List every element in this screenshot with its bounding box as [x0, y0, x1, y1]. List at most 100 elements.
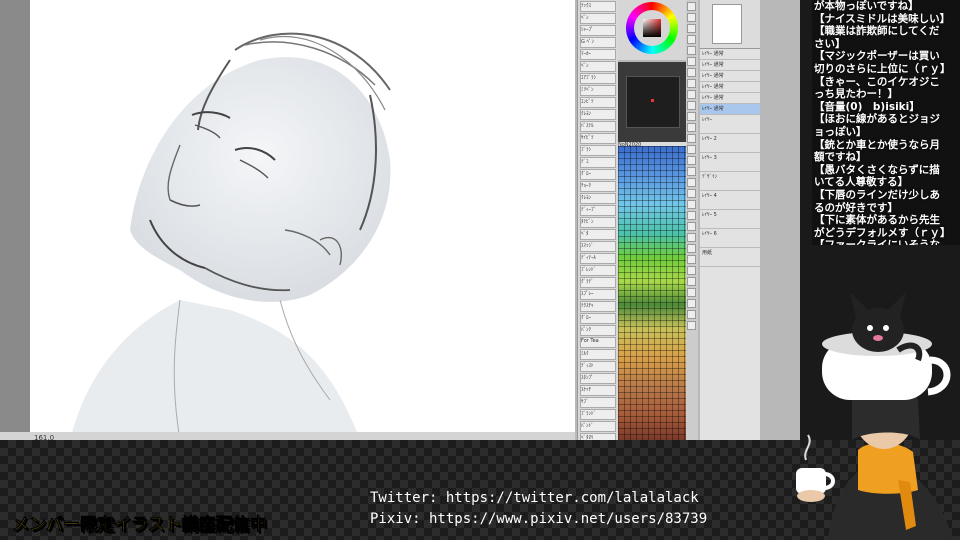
chat-message: 【ナイスミドルは美味しい】 — [814, 12, 951, 25]
sub-tool-item[interactable]: ﾀﾃﾋﾟﾝ — [580, 217, 616, 228]
layer-tool-icon[interactable] — [687, 156, 696, 165]
sub-tool-item[interactable]: ﾌﾞﾗｼ — [580, 145, 616, 156]
layer-tool-icon[interactable] — [687, 200, 696, 209]
layer-tool-icon[interactable] — [687, 244, 696, 253]
sub-tool-item[interactable]: ﾊﾟﾝﾄﾞ — [580, 421, 616, 432]
color-wheel[interactable] — [626, 2, 678, 54]
layer-tool-icon[interactable] — [687, 178, 696, 187]
layer-row[interactable]: ﾚｲﾔｰ 3 — [700, 153, 760, 172]
layer-row[interactable]: ﾚｲﾔｰ 通常 — [700, 71, 760, 82]
sub-tool-item[interactable]: ﾐﾙｸ — [580, 349, 616, 360]
layer-row[interactable]: ﾚｲﾔｰ 通常 — [700, 49, 760, 60]
navigator-view[interactable] — [626, 76, 680, 128]
sub-tool-item[interactable]: ｸﾚﾖﾝ — [580, 109, 616, 120]
layer-tool-icon[interactable] — [687, 79, 696, 88]
layer-tool-strip — [686, 0, 698, 440]
chat-message: 【マジックポーザーは買い — [814, 50, 940, 63]
chat-message: ョっぽい】 — [814, 125, 867, 138]
layer-row[interactable]: ﾚｲﾔｰ 通常 — [700, 93, 760, 104]
layer-tool-icon[interactable] — [687, 90, 696, 99]
sub-tool-item[interactable]: ｽﾏｯｼﾞ — [580, 241, 616, 252]
sub-tool-item[interactable]: For Tea — [580, 337, 616, 348]
sub-tool-item[interactable]: ﾍﾞﾀ — [580, 229, 616, 240]
layer-row[interactable]: ﾚｲﾔｰ 5 — [700, 210, 760, 229]
pixiv-link[interactable]: Pixiv: https://www.pixiv.net/users/83739 — [370, 509, 707, 530]
sub-tool-item[interactable]: ｸﾞﾛｰ — [580, 169, 616, 180]
saturation-value-square[interactable] — [643, 19, 661, 37]
layer-tool-icon[interactable] — [687, 35, 696, 44]
sub-tool-item[interactable]: ﾌﾞﾗﾝﾄﾞ — [580, 409, 616, 420]
layer-tool-icon[interactable] — [687, 68, 696, 77]
layer-tool-icon[interactable] — [687, 266, 696, 275]
chat-message: っち見たわー！】 — [814, 88, 898, 101]
sub-tool-item[interactable]: ﾍﾟﾝ — [580, 61, 616, 72]
layer-row[interactable]: ﾚｲﾔｰ 通常 — [700, 60, 760, 71]
sub-tool-item[interactable]: ﾃﾞｨｽﾄ — [580, 361, 616, 372]
sub-tool-item[interactable]: ﾃｯｸｽ — [580, 1, 616, 12]
sub-tool-item[interactable]: ｽﾌﾟﾚｰ — [580, 289, 616, 300]
sub-tool-item[interactable]: ｽﾀﾝﾌﾟ — [580, 373, 616, 384]
sub-tool-item[interactable]: ｴﾝﾋﾟﾂ — [580, 97, 616, 108]
layer-tool-icon[interactable] — [687, 222, 696, 231]
sub-tool-item[interactable]: ｻﾌﾞ — [580, 397, 616, 408]
layer-tool-icon[interactable] — [687, 24, 696, 33]
layer-tool-icon[interactable] — [687, 13, 696, 22]
layer-tool-icon[interactable] — [687, 255, 696, 264]
sub-tool-item[interactable]: ﾁｮｰｸ — [580, 181, 616, 192]
chat-message: さい】 — [814, 37, 846, 50]
chat-message: 切りのさらに上位に（ｒｙ】 — [814, 62, 951, 75]
layer-row[interactable]: ﾃﾞｻﾞｲﾝ — [700, 172, 760, 191]
chat-message: 【ほおに線があるとジョジ — [814, 113, 940, 126]
navigator-thumbnail[interactable] — [712, 4, 742, 44]
sub-tool-item[interactable]: ｸﾞﾛｰ — [580, 313, 616, 324]
sub-tool-item[interactable]: G ﾍﾟﾝ — [580, 37, 616, 48]
layer-tool-icon[interactable] — [687, 277, 696, 286]
social-links: Twitter: https://twitter.com/lalalalack … — [370, 488, 707, 530]
color-wheel-center — [634, 10, 670, 46]
layer-tool-icon[interactable] — [687, 134, 696, 143]
sub-tool-item[interactable]: ｸﾚﾖﾝ — [580, 193, 616, 204]
layer-row[interactable]: ﾚｲﾔｰ 6 — [700, 229, 760, 248]
sub-tool-item[interactable]: ｽｹｯﾁ — [580, 385, 616, 396]
layer-tool-icon[interactable] — [687, 101, 696, 110]
sub-tool-item[interactable]: ｼｬｰﾌﾟ — [580, 25, 616, 36]
layer-tool-icon[interactable] — [687, 288, 696, 297]
chat-message: 【きゃー、このイケオジこ — [814, 75, 940, 88]
sub-tool-item[interactable]: ﾏｰｶｰ — [580, 49, 616, 60]
layer-row[interactable]: 用紙 — [700, 248, 760, 267]
layer-tool-icon[interactable] — [687, 167, 696, 176]
sub-tool-item[interactable]: ﾌﾞﾚﾝﾄﾞ — [580, 265, 616, 276]
twitter-link[interactable]: Twitter: https://twitter.com/lalalalack — [370, 488, 707, 509]
layer-tool-icon[interactable] — [687, 233, 696, 242]
layer-row[interactable]: ﾚｲﾔｰ — [700, 115, 760, 134]
layer-tool-icon[interactable] — [687, 211, 696, 220]
chat-message: 【愚バタくさくならずに描 — [814, 163, 940, 176]
sub-tool-item[interactable]: ﾊﾟｽﾃﾙ — [580, 121, 616, 132]
sub-tool-item[interactable]: ｴｱﾌﾞﾗｼ — [580, 73, 616, 84]
layer-row[interactable]: ﾚｲﾔｰ 4 — [700, 191, 760, 210]
layer-tool-icon[interactable] — [687, 57, 696, 66]
layer-row[interactable]: ﾚｲﾔｰ 通常 — [700, 104, 760, 115]
drawing-canvas[interactable] — [30, 0, 575, 440]
layer-tool-icon[interactable] — [687, 46, 696, 55]
sub-tool-item[interactable]: ﾃﾞｨﾃｰﾙ — [580, 253, 616, 264]
layer-row[interactable]: ﾚｲﾔｰ 2 — [700, 134, 760, 153]
layer-tool-icon[interactable] — [687, 145, 696, 154]
layer-tool-icon[interactable] — [687, 2, 696, 11]
sub-tool-item[interactable]: ﾐﾘﾍﾟﾝ — [580, 85, 616, 96]
layer-tool-icon[interactable] — [687, 189, 696, 198]
sub-tool-item[interactable]: ｻｲﾋﾟﾂ — [580, 133, 616, 144]
sub-tool-item[interactable]: ﾃﾞｺ — [580, 157, 616, 168]
layer-tool-icon[interactable] — [687, 123, 696, 132]
layer-tool-icon[interactable] — [687, 112, 696, 121]
sub-tool-item[interactable]: ﾊﾟﾝｸ — [580, 325, 616, 336]
layer-tool-icon[interactable] — [687, 310, 696, 319]
color-swatch-panel[interactable] — [618, 146, 686, 440]
sub-tool-item[interactable]: ﾍﾟﾝ — [580, 13, 616, 24]
sub-tool-item[interactable]: ﾃﾞｨｰﾌﾟ — [580, 205, 616, 216]
layer-tool-icon[interactable] — [687, 299, 696, 308]
layer-tool-icon[interactable] — [687, 321, 696, 330]
sub-tool-item[interactable]: ｸﾞﾗﾃﾞ — [580, 277, 616, 288]
sub-tool-item[interactable]: ﾃｸｽﾁｬ — [580, 301, 616, 312]
layer-row[interactable]: ﾚｲﾔｰ 通常 — [700, 82, 760, 93]
